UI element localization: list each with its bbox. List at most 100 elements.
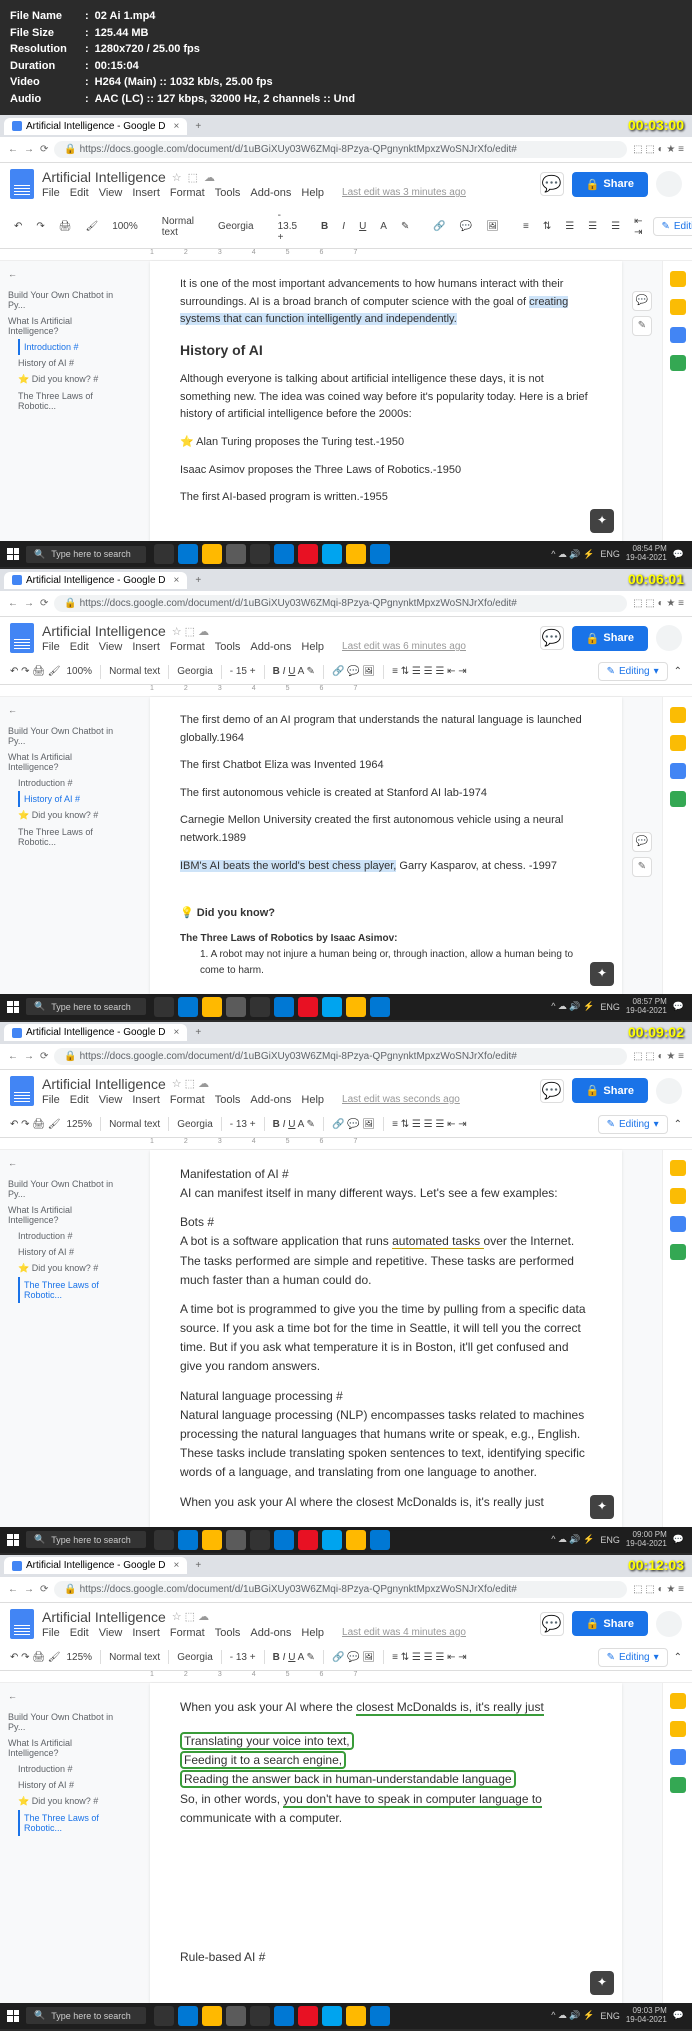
- app-icon[interactable]: [250, 544, 270, 564]
- new-tab-button[interactable]: +: [187, 121, 209, 132]
- outline-item[interactable]: What Is Artificial Intelligence?: [8, 313, 122, 339]
- browser-tab[interactable]: Artificial Intelligence - Google D×: [4, 1024, 187, 1041]
- share-button[interactable]: 🔒 Share: [572, 1078, 648, 1103]
- link-button[interactable]: 🔗: [429, 219, 449, 234]
- back-button[interactable]: ←: [8, 598, 18, 609]
- outline-back-button[interactable]: ←: [8, 269, 122, 279]
- start-button[interactable]: [0, 548, 26, 560]
- chrome-icon[interactable]: [346, 544, 366, 564]
- google-docs-logo-icon[interactable]: [10, 1076, 34, 1106]
- taskview-icon[interactable]: [154, 544, 174, 564]
- menu-help[interactable]: Help: [301, 187, 324, 199]
- new-tab-button[interactable]: +: [187, 575, 209, 586]
- print-button[interactable]: 🖨: [55, 219, 76, 234]
- app-icon[interactable]: [298, 544, 318, 564]
- undo-button[interactable]: ↶: [10, 219, 26, 234]
- close-icon[interactable]: ×: [174, 121, 180, 132]
- comment-button[interactable]: 💬: [456, 219, 476, 234]
- paint-format-button[interactable]: 🖌: [81, 219, 102, 234]
- editing-mode-button[interactable]: ✎ Editing ▾: [598, 662, 668, 681]
- underline-button[interactable]: U: [355, 219, 370, 234]
- image-button[interactable]: 🖼: [482, 219, 503, 234]
- start-button[interactable]: [0, 1001, 26, 1013]
- outline-item[interactable]: Introduction #: [18, 339, 122, 355]
- app-icon[interactable]: [370, 544, 390, 564]
- comment-history-icon[interactable]: 💬: [540, 626, 564, 650]
- ruler[interactable]: 1234567: [0, 249, 692, 261]
- close-icon[interactable]: ×: [174, 575, 180, 586]
- outline-item[interactable]: ⭐ Did you know? #: [18, 371, 122, 388]
- google-docs-logo-icon[interactable]: [10, 1609, 34, 1639]
- add-comment-icon[interactable]: 💬: [632, 291, 652, 311]
- redo-button[interactable]: ↷: [32, 219, 48, 234]
- list-button[interactable]: ☰: [561, 219, 578, 234]
- highlight-button[interactable]: ✎: [397, 219, 413, 234]
- share-button[interactable]: 🔒 Share: [572, 626, 648, 651]
- move-icon[interactable]: ⬚: [188, 171, 198, 184]
- doc-title[interactable]: Artificial Intelligence: [42, 169, 166, 185]
- system-tray[interactable]: ^ ☁ 🔊 ⚡ENG 08:54 PM19-04-2021 💬: [551, 545, 692, 563]
- font-size[interactable]: - 13.5 +: [274, 208, 301, 245]
- doc-title[interactable]: Artificial Intelligence: [42, 623, 166, 639]
- browser-tab[interactable]: Artificial Intelligence - Google D×: [4, 572, 187, 589]
- user-avatar[interactable]: [656, 625, 682, 651]
- calendar-icon[interactable]: [670, 271, 686, 287]
- menu-insert[interactable]: Insert: [132, 187, 160, 199]
- browser-tab[interactable]: Artificial Intelligence - Google D×: [4, 1557, 187, 1574]
- bullet-list-button[interactable]: ☰: [607, 219, 624, 234]
- menu-view[interactable]: View: [99, 187, 123, 199]
- zoom-select[interactable]: 100%: [108, 219, 142, 234]
- menu-edit[interactable]: Edit: [70, 187, 89, 199]
- bold-button[interactable]: B: [317, 219, 332, 234]
- align-button[interactable]: ≡: [519, 219, 533, 234]
- google-docs-logo-icon[interactable]: [10, 169, 34, 199]
- document-page[interactable]: When you ask your AI where the closest M…: [150, 1683, 622, 2003]
- line-spacing-button[interactable]: ⇅: [539, 219, 555, 234]
- last-edit-link[interactable]: Last edit was 3 minutes ago: [342, 187, 466, 199]
- explore-button[interactable]: ✦: [590, 1495, 614, 1519]
- outline-item[interactable]: History of AI #: [18, 355, 122, 371]
- italic-button[interactable]: I: [338, 219, 349, 234]
- google-docs-logo-icon[interactable]: [10, 623, 34, 653]
- explore-button[interactable]: ✦: [590, 962, 614, 986]
- start-button[interactable]: [0, 2010, 26, 2022]
- numbered-list-button[interactable]: ☰: [584, 219, 601, 234]
- edge-icon[interactable]: [178, 544, 198, 564]
- font-select[interactable]: Georgia: [214, 219, 258, 234]
- menu-file[interactable]: File: [42, 187, 60, 199]
- user-avatar[interactable]: [656, 171, 682, 197]
- explorer-icon[interactable]: [202, 544, 222, 564]
- menu-format[interactable]: Format: [170, 187, 205, 199]
- indent-buttons[interactable]: ⇤ ⇥: [630, 214, 646, 240]
- forward-button[interactable]: →: [24, 144, 34, 155]
- explore-button[interactable]: ✦: [590, 509, 614, 533]
- url-input[interactable]: 🔒 https://docs.google.com/document/d/1uB…: [54, 595, 627, 612]
- document-page[interactable]: It is one of the most important advancem…: [150, 261, 622, 541]
- app-icon[interactable]: [226, 544, 246, 564]
- reload-button[interactable]: ⟳: [40, 144, 48, 155]
- taskbar-search[interactable]: 🔍 Type here to search: [26, 998, 146, 1015]
- document-page[interactable]: Manifestation of AI # AI can manifest it…: [150, 1150, 622, 1527]
- menu-tools[interactable]: Tools: [215, 187, 241, 199]
- explore-button[interactable]: ✦: [590, 1971, 614, 1995]
- editing-mode-button[interactable]: ✎ Editing ▾: [653, 217, 692, 236]
- outline-item[interactable]: The Three Laws of Robotic...: [18, 388, 122, 414]
- share-button[interactable]: 🔒 Share: [572, 172, 648, 197]
- browser-tab[interactable]: Artificial Intelligence - Google D×: [4, 118, 187, 135]
- suggest-edit-icon[interactable]: ✎: [632, 316, 652, 336]
- comment-history-icon[interactable]: 💬: [540, 172, 564, 196]
- app-icon[interactable]: [274, 544, 294, 564]
- url-input[interactable]: 🔒 https://docs.google.com/document/d/1uB…: [54, 141, 627, 158]
- app-icon[interactable]: [322, 544, 342, 564]
- suggest-edit-icon[interactable]: ✎: [632, 857, 652, 877]
- share-button[interactable]: 🔒 Share: [572, 1611, 648, 1636]
- back-button[interactable]: ←: [8, 144, 18, 155]
- start-button[interactable]: [0, 1534, 26, 1546]
- outline-item[interactable]: Build Your Own Chatbot in Py...: [8, 287, 122, 313]
- cloud-icon[interactable]: ☁: [204, 171, 215, 184]
- menu-addons[interactable]: Add-ons: [250, 187, 291, 199]
- document-page[interactable]: The first demo of an AI program that und…: [150, 697, 622, 994]
- keep-icon[interactable]: [670, 299, 686, 315]
- reload-button[interactable]: ⟳: [40, 598, 48, 609]
- extension-icons[interactable]: ⬚ ⬚ ◐ ★ ≡: [633, 144, 684, 155]
